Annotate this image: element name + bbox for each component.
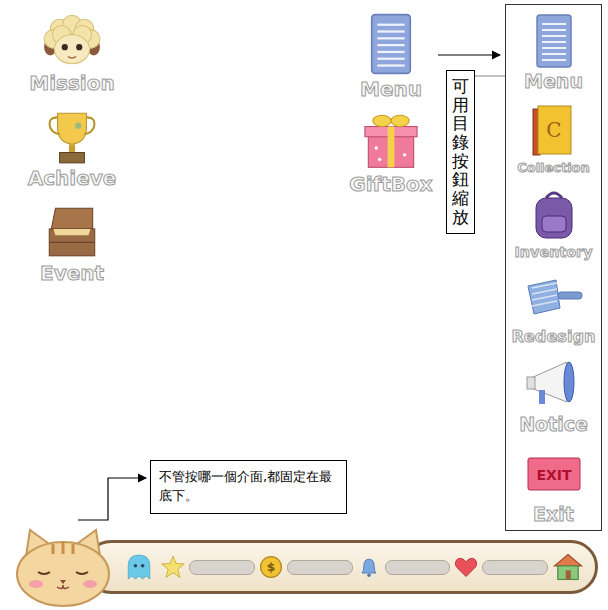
button-label: Mission	[29, 72, 114, 95]
menu-item-label: Redesign	[511, 328, 595, 347]
cat-face-icon[interactable]	[8, 526, 118, 608]
coin-meter	[287, 560, 353, 575]
button-label: Achieve	[28, 167, 117, 190]
heart-icon	[453, 554, 479, 580]
menu-item[interactable]: EXIT Exit	[524, 444, 584, 526]
svg-text:$: $	[267, 560, 275, 574]
menu-item[interactable]: Menu	[524, 11, 584, 93]
stat-icon-holder	[160, 554, 186, 580]
button-label: Menu	[360, 78, 422, 101]
dustpan-icon	[524, 268, 584, 328]
home-button[interactable]	[551, 550, 585, 584]
menu-item-label: Notice	[519, 414, 588, 436]
menu-item[interactable]: Redesign	[511, 268, 595, 347]
trophy-icon	[41, 105, 103, 167]
exitsign-icon: EXIT	[524, 444, 584, 504]
ghost-icon	[121, 549, 157, 585]
svg-text:C: C	[547, 118, 562, 142]
top-button[interactable]: Menu	[357, 10, 425, 101]
stat-icon-holder: $	[258, 554, 284, 580]
bar-note: 不管按哪一個介面,都固定在最底下。	[150, 460, 347, 514]
menu-item-label: Collection	[517, 161, 589, 176]
menu-note: 可用目錄按鈕縮放	[446, 70, 475, 234]
menu-item-label: Menu	[524, 71, 583, 93]
menu-item[interactable]: Notice	[519, 354, 588, 436]
notepad-icon	[524, 11, 584, 71]
coin-icon: $	[258, 554, 284, 580]
note-leader	[474, 76, 505, 77]
profile-button[interactable]	[121, 549, 157, 585]
book-icon: C	[523, 101, 583, 161]
top-button[interactable]: GiftBox	[349, 105, 432, 196]
status-bar-track: $	[84, 540, 598, 594]
megaphone-icon	[523, 354, 583, 414]
left-button[interactable]: Achieve	[28, 105, 117, 190]
menu-item-label: Exit	[533, 504, 574, 526]
status-bar: $	[8, 526, 598, 608]
menu-item[interactable]: Inventory	[514, 184, 592, 261]
menu-item[interactable]: C Collection	[517, 101, 589, 176]
sheep-icon	[41, 10, 103, 72]
stat-icon-holder	[453, 554, 479, 580]
notepad-icon	[357, 10, 425, 78]
bar-note-arrow	[78, 478, 146, 520]
button-label: Event	[40, 262, 104, 285]
gift-icon	[357, 105, 425, 173]
star-meter	[189, 560, 255, 575]
game-ui-mockup: Mission Achieve Event Menu GiftBox 可用目錄按…	[0, 0, 608, 610]
chest-icon	[41, 200, 103, 262]
backpack-icon	[524, 184, 584, 244]
house-icon	[551, 550, 585, 584]
bell-icon	[356, 554, 382, 580]
star-icon	[160, 554, 186, 580]
heart-meter	[482, 560, 548, 575]
expand-arrow	[438, 54, 500, 55]
left-button[interactable]: Mission	[29, 10, 114, 95]
bell-meter	[385, 560, 451, 575]
menu-panel: Menu C Collection Inventory Redesign Noti…	[505, 4, 602, 531]
stat-icon-holder	[356, 554, 382, 580]
svg-text:EXIT: EXIT	[536, 467, 572, 483]
left-buttons: Mission Achieve Event	[20, 10, 124, 285]
left-button[interactable]: Event	[40, 200, 104, 285]
button-label: GiftBox	[349, 173, 432, 196]
menu-item-label: Inventory	[514, 244, 592, 261]
top-buttons: Menu GiftBox	[336, 10, 446, 196]
